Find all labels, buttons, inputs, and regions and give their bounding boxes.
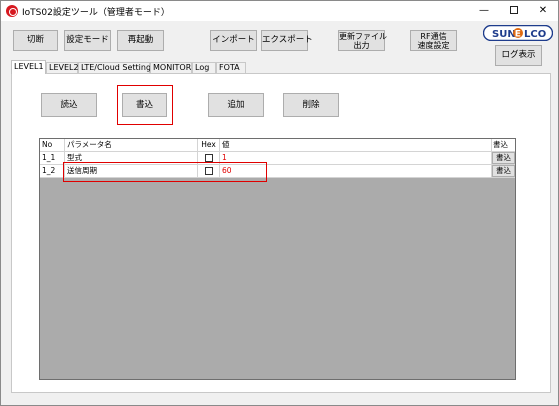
app-window: IoTS02設定ツール（管理者モード） — ✕ 切断 設定モード 再起動 インポ… <box>0 0 559 406</box>
delete-button[interactable]: 削除 <box>283 93 339 117</box>
row-highlight-box <box>63 162 267 182</box>
tab-monitor[interactable]: MONITOR <box>150 62 192 73</box>
sunelco-logo: SUN E LCO <box>483 25 553 41</box>
config-mode-button[interactable]: 設定モード <box>64 30 111 51</box>
tab-level2[interactable]: LEVEL2 <box>46 62 79 73</box>
read-button[interactable]: 読込 <box>41 93 97 117</box>
header-no: No <box>40 139 65 151</box>
logo-text-right: LCO <box>524 29 546 40</box>
disconnect-button[interactable]: 切断 <box>13 30 58 51</box>
logo-text-mid: E <box>515 30 521 40</box>
tab-fota[interactable]: FOTA <box>216 62 246 73</box>
grid-header-row: No パラメータ名 Hex 値 書込 <box>40 139 515 152</box>
log-display-button[interactable]: ログ表示 <box>495 45 542 66</box>
import-button[interactable]: インポート <box>210 30 257 51</box>
window-title: IoTS02設定ツール（管理者モード） <box>22 8 170 18</box>
close-button[interactable]: ✕ <box>528 1 558 21</box>
tab-log[interactable]: Log <box>192 62 216 73</box>
maximize-icon <box>510 6 518 14</box>
rf-label-line1: RF通信 <box>420 32 447 41</box>
header-write: 書込 <box>493 140 508 149</box>
update-file-label-line2: 出力 <box>353 41 370 50</box>
update-file-label-line1: 更新ファイル <box>339 32 387 41</box>
restart-button[interactable]: 再起動 <box>117 30 164 51</box>
tab-level1[interactable]: LEVEL1 <box>11 60 46 74</box>
header-value: 値 <box>220 139 492 151</box>
add-button[interactable]: 追加 <box>208 93 264 117</box>
row-no: 1_2 <box>40 165 65 177</box>
hex-checkbox[interactable] <box>204 153 213 162</box>
minimize-button[interactable]: — <box>469 1 499 21</box>
row-write-button[interactable]: 書込 <box>492 165 515 177</box>
title-bar: IoTS02設定ツール（管理者モード） — ✕ <box>1 1 558 21</box>
logo-text-left: SUN <box>492 29 516 40</box>
tab-lte-cloud-settings[interactable]: LTE/Cloud Settings <box>78 62 155 73</box>
write-button-highlight <box>117 85 173 125</box>
row-no: 1_1 <box>40 152 65 164</box>
header-param-name: パラメータ名 <box>65 139 198 151</box>
app-icon <box>6 5 18 17</box>
row-write-button[interactable]: 書込 <box>492 152 515 164</box>
header-hex: Hex <box>198 139 220 151</box>
update-file-output-button[interactable]: 更新ファイル 出力 <box>338 30 387 51</box>
maximize-button[interactable] <box>499 1 529 21</box>
rf-label-line2: 速度設定 <box>417 41 450 50</box>
rf-speed-settings-button[interactable]: RF通信 速度設定 <box>410 30 457 51</box>
export-button[interactable]: エクスポート <box>261 30 313 51</box>
